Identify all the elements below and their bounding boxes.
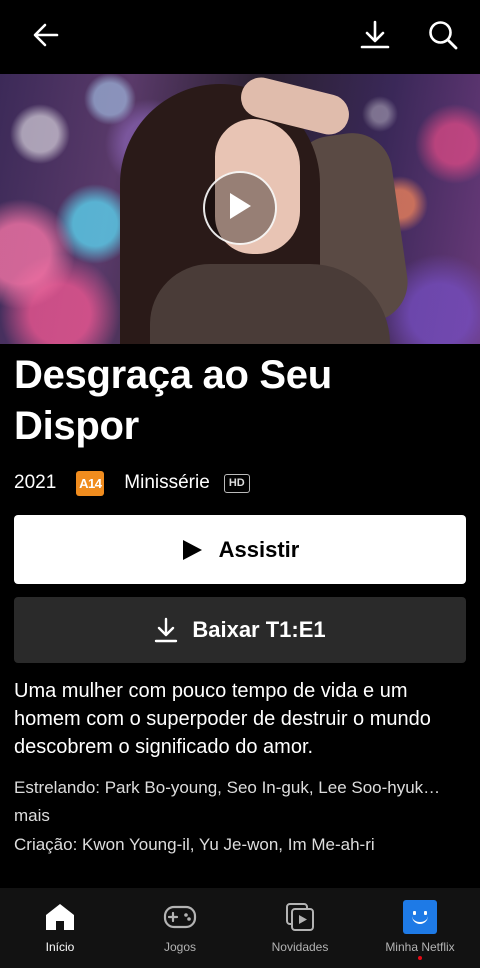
nav-label: Início: [45, 940, 75, 954]
download-icon: [154, 617, 178, 643]
show-title: Desgraça ao Seu Dispor: [14, 353, 332, 448]
back-button[interactable]: [26, 17, 66, 57]
download-button[interactable]: [355, 17, 395, 57]
home-icon: [42, 900, 78, 934]
new-hot-icon: [282, 900, 318, 934]
nav-item-games[interactable]: Jogos: [120, 888, 240, 968]
play-button[interactable]: Assistir: [14, 515, 466, 584]
search-icon: [428, 20, 458, 55]
avatar-eye: [413, 911, 416, 915]
download-button-label: Baixar T1:E1: [192, 617, 326, 642]
nav-label: Novidades: [271, 940, 329, 954]
nav-label: Minha Netflix: [385, 940, 455, 954]
avatar-eye: [424, 911, 427, 915]
notification-dot: [418, 956, 422, 960]
hero-artwork: [0, 74, 480, 344]
play-icon: [181, 539, 203, 561]
play-icon: [227, 191, 253, 226]
download-episode-button[interactable]: Baixar T1:E1: [14, 597, 466, 663]
search-button[interactable]: [423, 17, 463, 57]
play-preview-button[interactable]: [203, 171, 277, 245]
synopsis: Uma mulher com pouco tempo de vida e um …: [14, 680, 431, 758]
profile-avatar-icon: [402, 900, 438, 934]
age-rating-badge: A14: [76, 470, 105, 496]
nav-item-my-netflix[interactable]: Minha Netflix: [360, 888, 480, 968]
play-button-label: Assistir: [218, 536, 300, 562]
cast-list[interactable]: Estrelando: Park Bo-young, Seo In-guk, L…: [14, 774, 470, 830]
nav-item-new-hot[interactable]: Novidades: [240, 888, 360, 968]
arrow-left-icon: [33, 22, 59, 53]
content-type: Minissérie: [124, 472, 210, 493]
nav-item-home[interactable]: Início: [0, 888, 120, 968]
avatar-smile: [412, 916, 428, 924]
nav-label: Jogos: [163, 940, 197, 954]
avatar: [403, 900, 437, 934]
top-bar: [0, 0, 480, 74]
creators-list: Criação: Kwon Young-il, Yu Je-won, Im Me…: [14, 835, 375, 854]
release-year: 2021: [14, 472, 57, 493]
meta-row: 2021 A14 Minissérie HD: [14, 468, 250, 498]
hd-badge: HD: [223, 473, 250, 493]
bottom-nav: Início Jogos Novidades Minha Netflix: [0, 888, 480, 968]
gamepad-icon: [162, 900, 198, 934]
download-icon: [359, 20, 391, 55]
